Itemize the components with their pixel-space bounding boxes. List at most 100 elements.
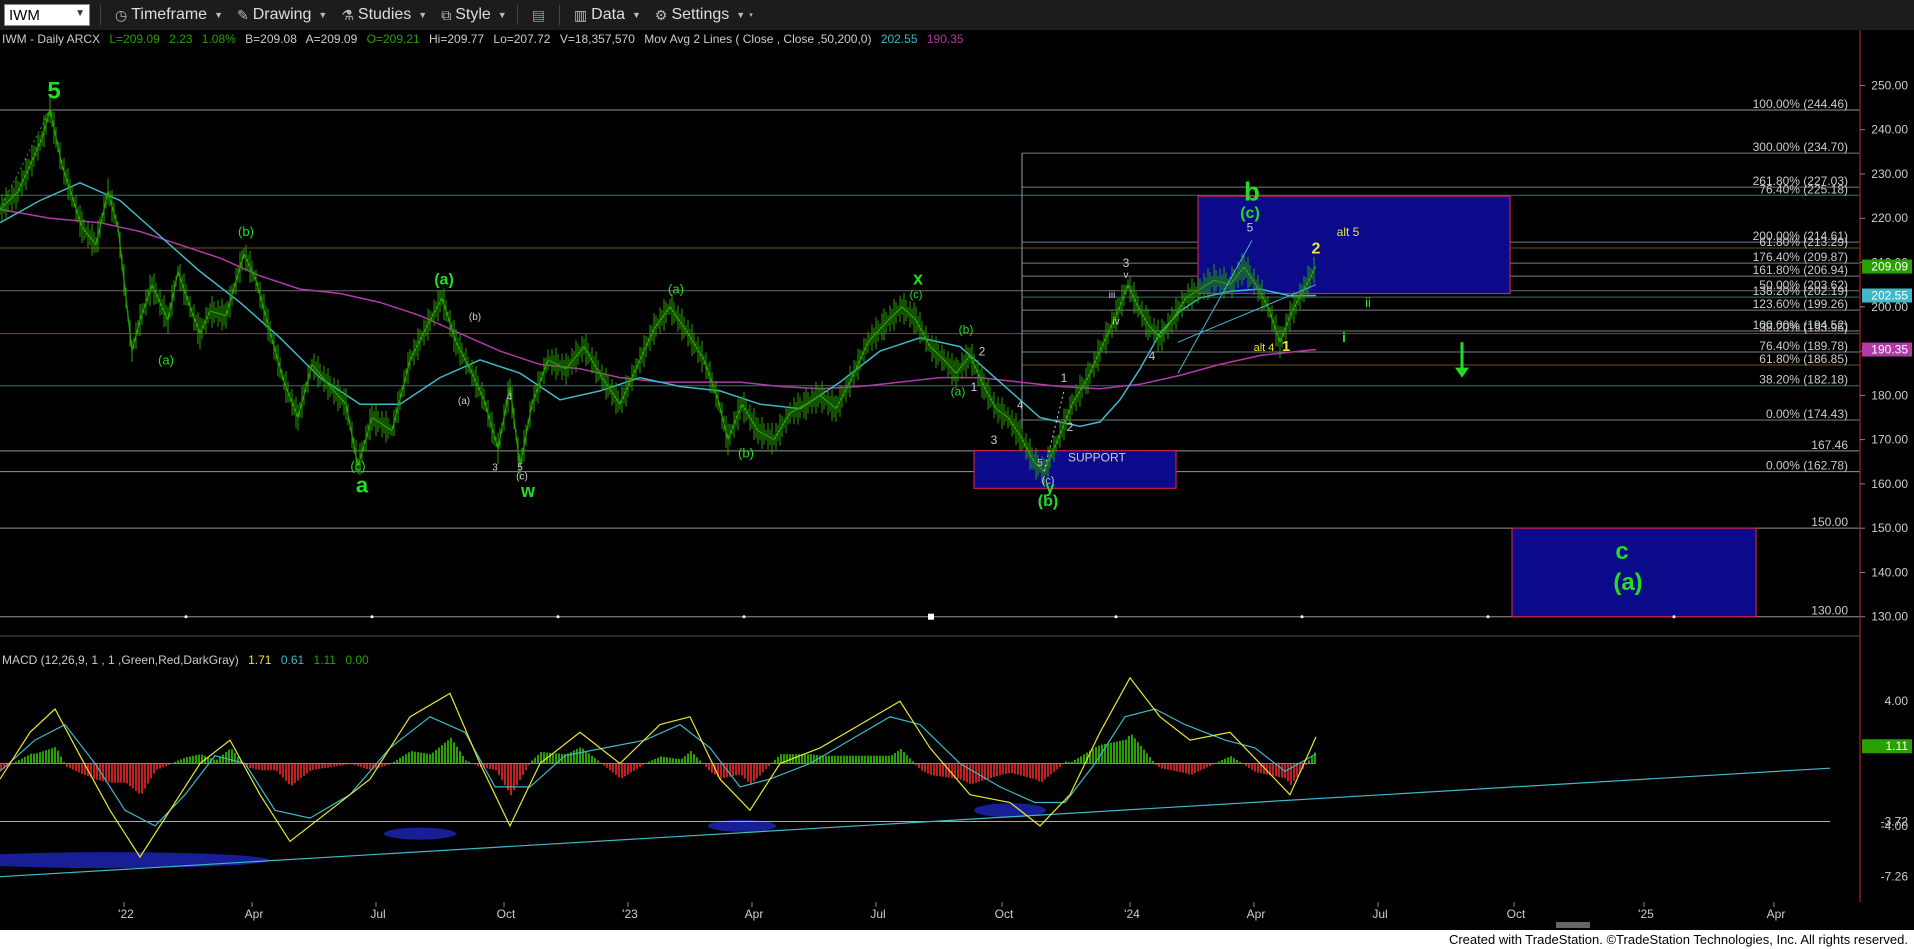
macd-histogram-bar	[69, 763, 71, 769]
macd-histogram-bar	[162, 763, 164, 768]
studies-button[interactable]: ⚗ Studies ▼	[341, 6, 427, 24]
macd-histogram-bar	[636, 763, 638, 769]
toolbar-separator	[516, 5, 518, 25]
wave-label: b	[1244, 177, 1260, 207]
macd-histogram-bar	[144, 763, 146, 789]
wave-label: 1	[1282, 338, 1290, 355]
macd-tag-label: -7.26	[1881, 870, 1909, 884]
macd-tag-label: 1.11	[1886, 739, 1909, 753]
support-box-label: SUPPORT	[1068, 451, 1126, 465]
level-label: 76.40% (189.78)	[1759, 339, 1848, 353]
macd-histogram-bar	[237, 756, 239, 765]
macd-histogram-bar	[501, 763, 503, 781]
wave-label: 5	[1247, 221, 1254, 235]
timeframe-label: Timeframe	[131, 6, 208, 23]
y-tick-label: 140.00	[1871, 565, 1908, 579]
macd-histogram-bar	[873, 755, 875, 765]
level-label: 176.40% (209.87)	[1753, 250, 1848, 264]
macd-histogram-bar	[1257, 763, 1259, 773]
macd-histogram-bar	[732, 763, 734, 777]
macd-histogram-bar	[1020, 763, 1022, 776]
chart[interactable]: IWM - Daily ARCX L=209.09 2.23 1.08% B=2…	[0, 30, 1914, 930]
macd-histogram-bar	[618, 763, 620, 778]
settings-label: Settings	[671, 6, 730, 23]
macd-histogram-bar	[927, 763, 929, 774]
level-label: 300.00% (234.70)	[1753, 140, 1848, 154]
macd-histogram-bar	[93, 763, 95, 779]
macd-histogram-bar	[840, 755, 842, 765]
level-label: 61.80% (186.85)	[1759, 352, 1848, 366]
ma200-value: 190.35	[927, 32, 964, 46]
macd-histogram-bar	[363, 763, 365, 769]
macd-histogram-bar	[765, 763, 767, 770]
macd-histogram-bar	[147, 763, 149, 784]
wave-label: c	[1615, 538, 1628, 565]
macd-histogram-bar	[849, 755, 851, 765]
macd-histogram-bar	[867, 755, 869, 765]
macd-histogram-bar	[462, 755, 464, 765]
macd-histogram-bar	[450, 737, 452, 765]
style-label: Style	[455, 6, 491, 23]
macd-histogram-bar	[708, 763, 710, 771]
macd-histogram-bar	[999, 763, 1001, 776]
macd-histogram-bar	[129, 763, 131, 787]
macd-histogram-bar	[1266, 763, 1268, 775]
macd-histogram-bar	[951, 763, 953, 779]
macd-histogram-bar	[903, 752, 905, 765]
macd-histogram-bar	[864, 755, 866, 765]
macd-histogram-bar	[78, 763, 80, 773]
grid-dot	[1300, 615, 1304, 619]
macd-histogram-bar	[876, 755, 878, 765]
macd-histogram-bar	[615, 763, 617, 775]
macd-histogram-bar	[906, 755, 908, 765]
scrollbar-thumb[interactable]	[1556, 922, 1590, 928]
chevron-down-icon[interactable]: ▼	[75, 8, 85, 19]
macd-histogram-bar	[135, 763, 137, 792]
macd-histogram-bar	[258, 763, 260, 770]
macd-histogram-bar	[231, 749, 233, 765]
chevron-down-icon: ▼	[318, 10, 328, 20]
wave-label: (a)	[668, 282, 684, 297]
macd-histogram-bar	[744, 763, 746, 779]
macd-histogram-bar	[936, 763, 938, 776]
macd-histogram-bar	[228, 749, 230, 765]
level-label: 61.80% (213.29)	[1759, 235, 1848, 249]
macd-histogram-bar	[1251, 763, 1253, 770]
wave-label: (a)	[158, 352, 174, 367]
symbol-input[interactable]: IWM ▼	[4, 4, 90, 26]
macd-histogram-bar	[966, 763, 968, 783]
macd-histogram-bar	[1032, 763, 1034, 779]
macd-histogram-bar	[1059, 763, 1061, 767]
style-button[interactable]: ⧉ Style ▼	[441, 6, 507, 24]
chevron-down-icon: ▼	[418, 10, 428, 20]
macd-histogram-bar	[447, 740, 449, 765]
x-tick-label: Oct	[995, 907, 1014, 921]
chevron-down-icon: ▼	[214, 10, 223, 20]
data-button[interactable]: ▥ Data ▼	[574, 6, 641, 24]
macd-histogram-bar	[36, 753, 38, 765]
macd-histogram-bar	[786, 754, 788, 765]
macd-histogram-bar	[1134, 738, 1136, 765]
macd-histogram-bar	[192, 755, 194, 765]
macd-histogram-bar	[1140, 745, 1142, 765]
wave-label: 1	[1061, 371, 1068, 385]
macd-histogram-bar	[585, 751, 587, 765]
macd-histogram-bar	[423, 753, 425, 765]
settings-button[interactable]: ⚙ Settings ▼ ▾	[655, 6, 753, 24]
macd-histogram-bar	[1287, 763, 1289, 782]
wave-label: 2	[979, 344, 986, 358]
layout-button[interactable]: ▤	[532, 7, 549, 24]
clock-icon: ◷	[115, 6, 128, 23]
timeframe-button[interactable]: ◷ Timeframe ▼	[115, 6, 223, 24]
macd-histogram-bar	[1041, 763, 1043, 782]
macd-label: MACD (12,26,9, 1 , 1 ,Green,Red,DarkGray…	[2, 653, 239, 667]
macd-histogram-bar	[60, 756, 62, 765]
macd-histogram-bar	[498, 763, 500, 776]
y-tick-label: 230.00	[1871, 167, 1908, 181]
drawing-button[interactable]: ✎ Drawing ▼	[237, 6, 327, 24]
macd-histogram-bar	[1158, 763, 1160, 767]
y-tick-label: 130.00	[1871, 610, 1908, 624]
macd-histogram-bar	[1128, 735, 1130, 765]
chevron-down-icon: ▼	[736, 10, 746, 20]
macd-histogram-bar	[543, 752, 545, 765]
